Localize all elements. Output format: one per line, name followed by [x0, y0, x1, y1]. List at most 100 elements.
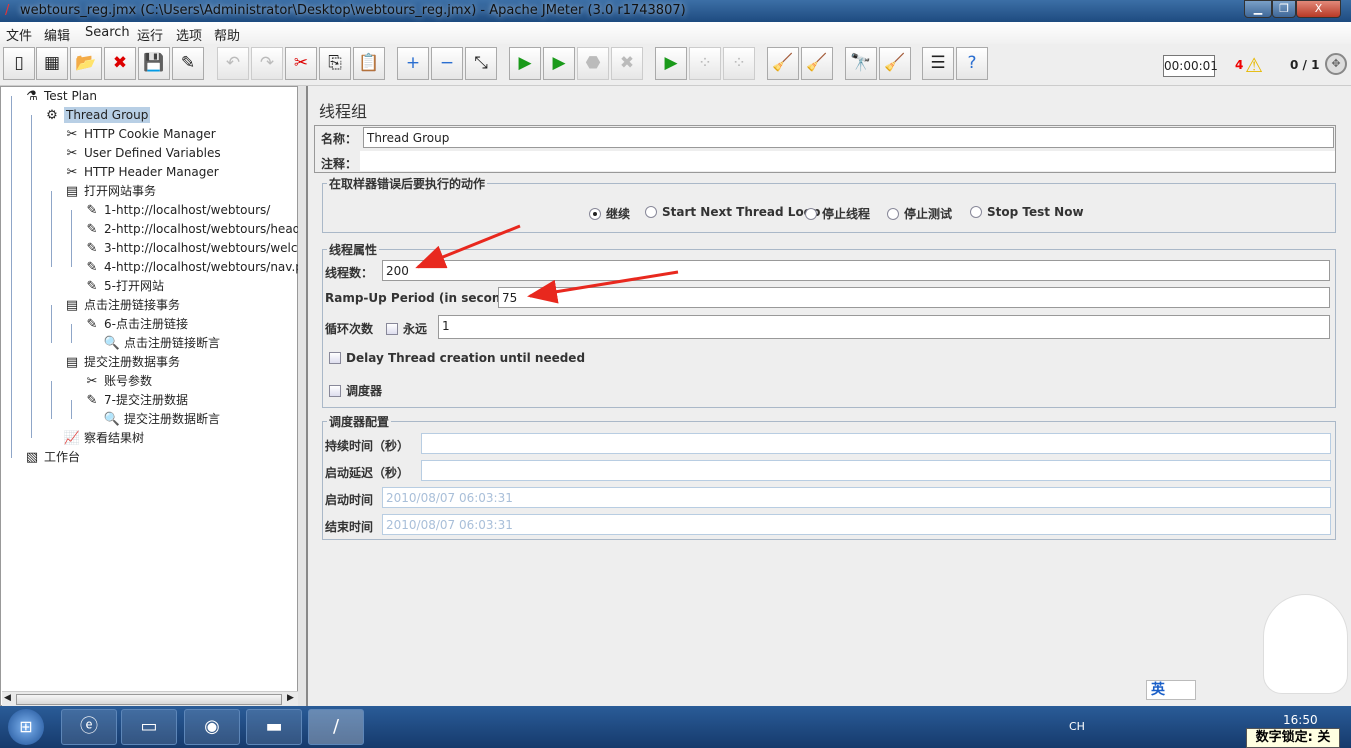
- tree-node[interactable]: ✎ 4-http://localhost/webtours/nav.pl: [83, 258, 307, 277]
- tree-node-label: 6-点击注册链接: [104, 317, 188, 331]
- tree-node[interactable]: ✎ 7-提交注册数据: [83, 391, 188, 410]
- clear-button[interactable]: 🧹: [767, 47, 799, 80]
- remote-stop-button[interactable]: ⁘: [689, 47, 721, 80]
- tree-node[interactable]: ⚙ Thread Group: [43, 106, 151, 125]
- tree-node[interactable]: ✂ HTTP Cookie Manager: [63, 125, 216, 144]
- save-as-button[interactable]: ✎: [172, 47, 204, 80]
- tree-node-label: 7-提交注册数据: [104, 393, 188, 407]
- reset-search-button[interactable]: 🧹: [879, 47, 911, 80]
- taskbar-chrome-icon[interactable]: ◉: [184, 709, 240, 745]
- tree-node[interactable]: ▤ 提交注册数据事务: [63, 353, 180, 372]
- taskbar-ie-icon[interactable]: ⓔ: [61, 709, 117, 745]
- tree-node[interactable]: ✎ 5-打开网站: [83, 277, 164, 296]
- tree-node[interactable]: ✂ User Defined Variables: [63, 144, 221, 163]
- close-file-button[interactable]: ✖: [104, 47, 136, 80]
- tree-node[interactable]: 🔍 点击注册链接断言: [103, 334, 220, 353]
- tree-node[interactable]: ▧ 工作台: [23, 448, 80, 467]
- tree-node[interactable]: ✎ 3-http://localhost/webtours/welcom: [83, 239, 317, 258]
- tree-node-label: 点击注册链接事务: [84, 298, 181, 312]
- clear-all-button[interactable]: 🧹: [801, 47, 833, 80]
- open-button[interactable]: 📂: [70, 47, 102, 80]
- tree-connector-line: [31, 115, 32, 438]
- expand-button[interactable]: +: [397, 47, 429, 80]
- open-icon: 📂: [75, 53, 97, 73]
- function-helper-button[interactable]: ☰: [922, 47, 954, 80]
- tree-connector-line: [51, 305, 52, 343]
- taskbar-jmeter-icon[interactable]: /: [308, 709, 364, 745]
- stop-button[interactable]: ⬣: [577, 47, 609, 80]
- menu-edit[interactable]: 编辑: [44, 25, 70, 44]
- warning-icon[interactable]: ⚠: [1245, 53, 1263, 77]
- search-binoculars-button[interactable]: 🔭: [845, 47, 877, 80]
- tree-node-label: 1-http://localhost/webtours/: [104, 203, 271, 217]
- menu-search[interactable]: Search: [85, 25, 130, 40]
- split-pane-divider[interactable]: [298, 86, 308, 706]
- menu-help[interactable]: 帮助: [214, 25, 240, 44]
- close-button[interactable]: X: [1296, 0, 1341, 18]
- tree-node-label: HTTP Header Manager: [84, 165, 219, 179]
- arrow-to-threads: [415, 224, 521, 269]
- help-button[interactable]: ?: [956, 47, 988, 80]
- sampler-pipette-icon: ✎: [86, 260, 98, 275]
- undo-button[interactable]: ↶: [217, 47, 249, 80]
- templates-button[interactable]: ▦: [36, 47, 68, 80]
- paste-button[interactable]: 📋: [353, 47, 385, 80]
- arrow-to-rampup: [527, 270, 679, 304]
- undo-icon: ↶: [225, 53, 241, 73]
- restore-button[interactable]: ❐: [1272, 0, 1296, 18]
- copy-button[interactable]: ⎘: [319, 47, 351, 80]
- minimize-button[interactable]: ▁: [1244, 0, 1272, 18]
- save-button[interactable]: 💾: [138, 47, 170, 80]
- assertion-magnifier-icon: 🔍: [103, 336, 121, 351]
- scroll-right-icon[interactable]: ▶: [287, 693, 294, 703]
- tree-node[interactable]: 📈 察看结果树: [63, 429, 144, 448]
- toggle-button[interactable]: ⤡: [465, 47, 497, 80]
- tree-node[interactable]: ✂ HTTP Header Manager: [63, 163, 219, 182]
- tree-node[interactable]: 🔍 提交注册数据断言: [103, 410, 220, 429]
- tree-node-label: 账号参数: [104, 374, 153, 388]
- sampler-pipette-icon: ✎: [86, 241, 98, 256]
- menu-file[interactable]: 文件: [6, 25, 32, 44]
- ime-status-bar[interactable]: 英: [1146, 680, 1196, 700]
- mascot-sticker: [1263, 594, 1348, 694]
- language-indicator[interactable]: CH: [1069, 720, 1085, 733]
- cut-button[interactable]: ✂: [285, 47, 317, 80]
- tree-node-label: 打开网站事务: [84, 184, 157, 198]
- config-tools-icon: ✂: [66, 165, 78, 180]
- tree-connector-line: [11, 96, 12, 458]
- scroll-left-icon[interactable]: ◀: [4, 693, 11, 703]
- remote-start-button[interactable]: ▶: [655, 47, 687, 80]
- redo-button[interactable]: ↷: [251, 47, 283, 80]
- tree-node[interactable]: ▤ 点击注册链接事务: [63, 296, 180, 315]
- tree-node-label: 4-http://localhost/webtours/nav.pl: [104, 260, 307, 274]
- tree-node[interactable]: ▤ 打开网站事务: [63, 182, 156, 201]
- jmeter-feather-icon: /: [5, 3, 10, 18]
- tree-horizontal-scrollbar[interactable]: ◀ ▶: [2, 691, 298, 707]
- new-button[interactable]: ▯: [3, 47, 35, 80]
- tree-node[interactable]: ✎ 6-点击注册链接: [83, 315, 188, 334]
- clock[interactable]: 16:50: [1283, 713, 1318, 727]
- tree-node-label: 工作台: [44, 450, 81, 464]
- taskbar-cmd-icon[interactable]: ▬: [246, 709, 302, 745]
- menu-options[interactable]: 选项: [176, 25, 202, 44]
- tree-node[interactable]: ✎ 1-http://localhost/webtours/: [83, 201, 271, 220]
- collapse-button[interactable]: −: [431, 47, 463, 80]
- start-button[interactable]: ⊞: [8, 709, 44, 745]
- tree-node[interactable]: ✂ 账号参数: [83, 372, 152, 391]
- start-no-pause-button[interactable]: ▶: [543, 47, 575, 80]
- test-plan-tree[interactable]: ⚗ Test Plan ⚙ Thread Group ✂ HTTP Cookie Mana…: [0, 86, 319, 707]
- close-file-icon: ✖: [112, 53, 128, 73]
- save-as-icon: ✎: [180, 53, 196, 73]
- remote-status-icon[interactable]: ✥: [1325, 53, 1347, 75]
- tree-node[interactable]: ⚗ Test Plan: [23, 87, 97, 106]
- tree-connector-line: [51, 381, 52, 419]
- menu-run[interactable]: 运行: [137, 25, 163, 44]
- shutdown-icon: ✖: [619, 53, 635, 73]
- tree-node[interactable]: ✎ 2-http://localhost/webtours/header.l: [83, 220, 319, 239]
- start-button[interactable]: ▶: [509, 47, 541, 80]
- taskbar-explorer-icon[interactable]: ▭: [121, 709, 177, 745]
- shutdown-button[interactable]: ✖: [611, 47, 643, 80]
- scroll-thumb[interactable]: [16, 694, 282, 705]
- menu-bar: 文件 编辑 Search 运行 选项 帮助: [0, 22, 1351, 44]
- remote-shutdown-button[interactable]: ⁘: [723, 47, 755, 80]
